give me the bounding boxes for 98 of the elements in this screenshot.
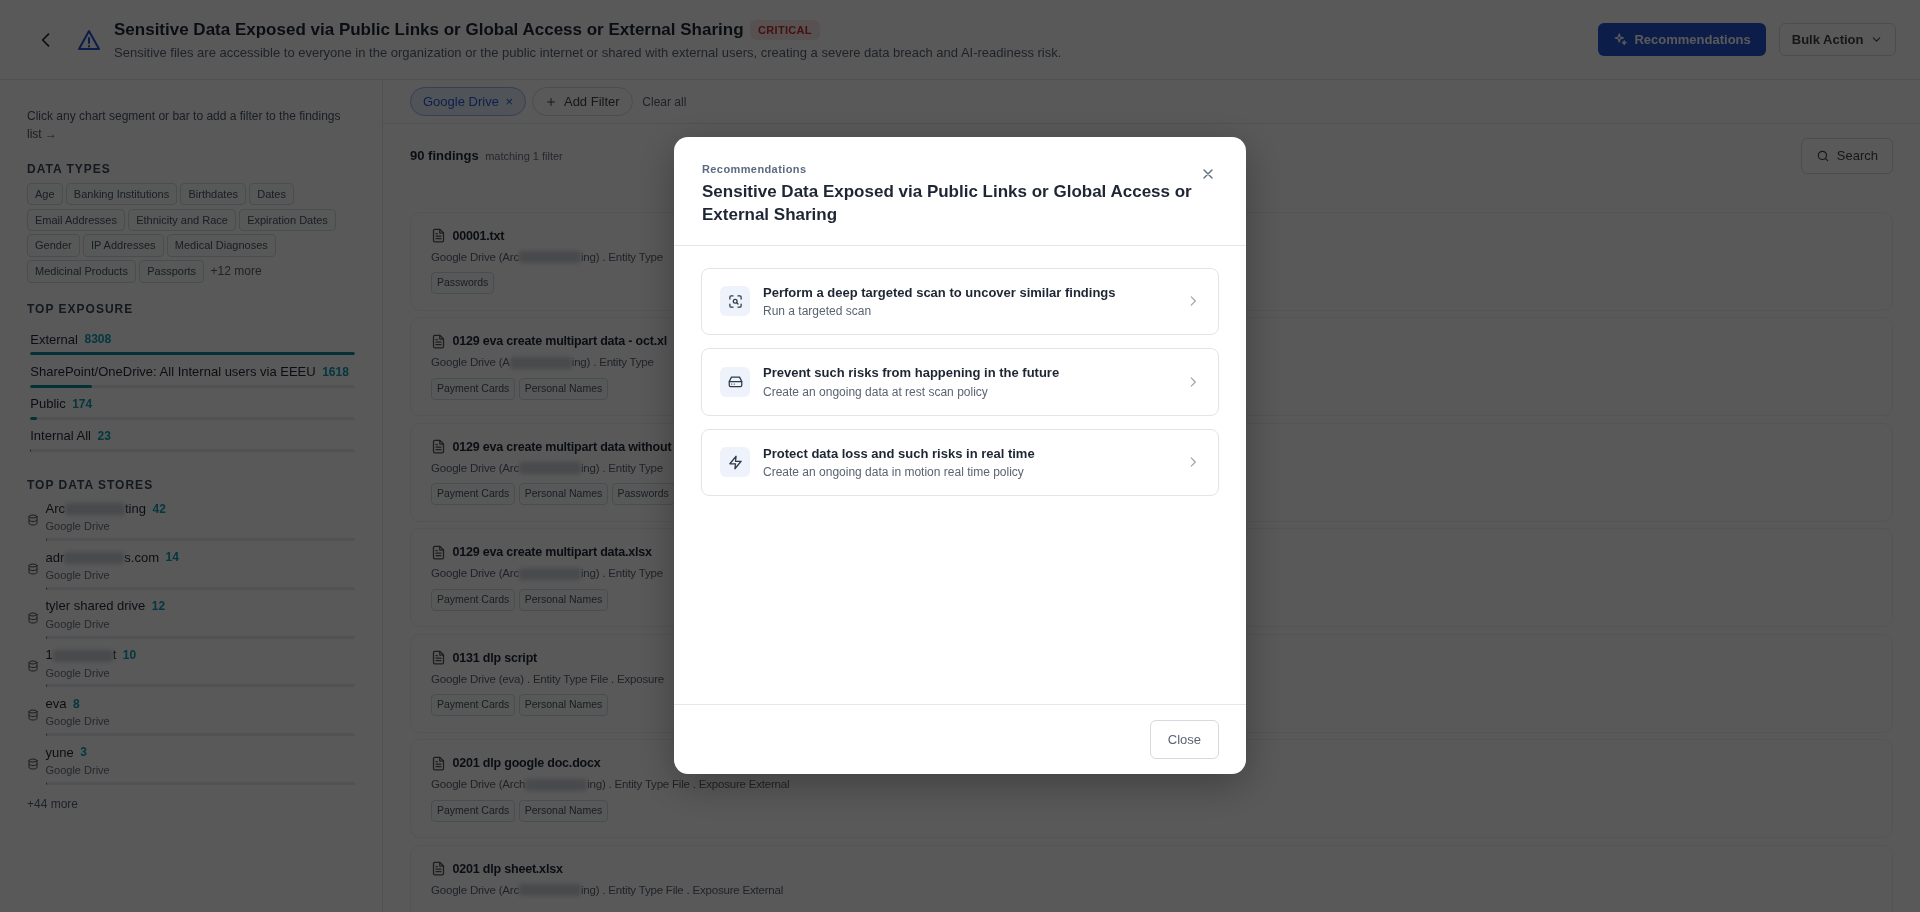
data-type-tag[interactable]: Dates — [249, 182, 294, 206]
finding-name: 0131 dlp script — [452, 649, 538, 667]
add-filter-button[interactable]: Add Filter — [532, 86, 633, 117]
exposure-label[interactable]: SharePoint/OneDrive: All Internal users via EEEU — [30, 361, 316, 382]
file-icon — [431, 650, 446, 666]
plus-icon — [545, 95, 558, 108]
finding-name: 0129 eva create multipart data.xlsx — [452, 544, 652, 561]
filter-hint: Click any chart segment or bar to add a filter to the findings list → — [27, 107, 342, 143]
data-store-count: 42 — [152, 500, 166, 518]
exposure-label[interactable]: External — [30, 329, 78, 350]
data-type-tag[interactable]: Passports — [139, 260, 205, 283]
exposure-count: 8308 — [84, 331, 112, 349]
data-type-tag: Personal Names — [518, 694, 609, 716]
section-title: TOP DATA STORES — [27, 478, 155, 493]
more-link[interactable]: +12 more — [210, 262, 262, 281]
dialog-eyebrow: Recommendations — [702, 162, 808, 177]
finding-name: 0201 dlp sheet.xlsx — [452, 860, 563, 878]
database-icon — [27, 660, 39, 673]
exposure-count: 23 — [97, 428, 111, 446]
warning-icon — [77, 27, 101, 52]
file-icon — [431, 439, 446, 455]
more-link[interactable]: +44 more — [27, 794, 355, 813]
data-type-tag[interactable]: Email Addresses — [27, 208, 125, 232]
finding-name: 0201 dlp google doc.docx — [452, 755, 601, 772]
close-button[interactable]: Close — [1149, 719, 1219, 759]
data-type-tag: Passwords — [611, 483, 675, 505]
data-store-count: 10 — [122, 646, 137, 664]
file-icon — [431, 755, 446, 771]
bulk-action-button[interactable]: Bulk Action — [1778, 22, 1896, 57]
page-title: Sensitive Data Exposed via Public Links or Global Access or External Sharing — [114, 19, 744, 41]
data-type-tag: Personal Names — [518, 588, 609, 611]
data-store-name[interactable]: eva — [45, 693, 67, 714]
option-title: Prevent such risks from happening in the future — [763, 364, 1061, 383]
data-store-name[interactable]: Arc ting — [45, 498, 146, 519]
recommendation-option[interactable]: Perform a deep targeted scan to uncover similar findings Run a targeted scan — [701, 267, 1219, 336]
data-type-tag[interactable]: Medical Diagnoses — [166, 234, 276, 257]
data-type-tag[interactable]: Medicinal Products — [27, 260, 136, 283]
filter-chip[interactable]: Google Drive × — [410, 86, 526, 117]
database-icon — [27, 757, 39, 770]
data-type-tag: Payment Cards — [431, 377, 516, 400]
recommendation-option[interactable]: Protect data loss and such risks in real time Create an ongoing data in motion real time policy — [701, 428, 1219, 497]
data-type-tag: Personal Names — [518, 377, 609, 400]
database-icon — [27, 709, 39, 722]
dialog-title: Sensitive Data Exposed via Public Links or Global Access or External Sharing — [702, 180, 1193, 226]
data-type-tag: Payment Cards — [431, 694, 516, 716]
file-icon — [431, 861, 446, 877]
data-store-count: 12 — [151, 598, 166, 616]
data-type-tag: Payment Cards — [431, 483, 516, 505]
database-icon — [27, 514, 39, 527]
recommendations-button[interactable]: Recommendations — [1597, 22, 1766, 57]
database-icon — [27, 611, 39, 624]
option-title: Protect data loss and such risks in real time — [763, 444, 1036, 463]
exposure-label[interactable]: Internal All — [30, 426, 91, 446]
data-store-name[interactable]: adr s.com — [45, 547, 159, 568]
data-type-tag[interactable]: Age — [27, 182, 63, 206]
search-button[interactable]: Search — [1801, 138, 1893, 174]
finding-name: 0129 eva create multipart data without — [452, 438, 672, 456]
data-store-name[interactable]: tyler shared drive — [45, 596, 146, 616]
data-type-tag[interactable]: Expiration Dates — [239, 208, 336, 232]
sparkle-icon — [1612, 32, 1628, 47]
file-icon — [431, 544, 446, 560]
file-icon — [431, 228, 446, 244]
data-type-tag[interactable]: Ethnicity and Race — [128, 208, 236, 232]
finding-meta: Google Drive (eva) . Entity Type File . Exposure — [431, 671, 666, 687]
section-title: TOP EXPOSURE — [27, 302, 135, 317]
data-type-tag[interactable]: Birthdates — [180, 182, 246, 206]
data-type-tag[interactable]: Gender — [27, 234, 80, 257]
lightning-icon — [727, 454, 743, 470]
findings-count: 90 findings — [410, 147, 479, 165]
exposure-count: 174 — [72, 395, 93, 413]
remove-filter-button[interactable]: × — [505, 91, 513, 112]
database-icon — [27, 562, 39, 575]
search-icon — [1816, 148, 1831, 163]
option-description: Create an ongoing data at rest scan policy — [763, 383, 989, 401]
finding-name: 0129 eva create multipart data - oct.xl — [452, 333, 668, 350]
data-type-tag[interactable]: Banking Institutions — [65, 182, 178, 206]
data-store-count: 3 — [80, 744, 87, 762]
section-title: DATA TYPES — [27, 162, 112, 177]
drive-icon — [727, 374, 743, 390]
data-type-tag: Payment Cards — [431, 799, 516, 822]
finding-name: 00001.txt — [452, 227, 505, 245]
data-store-count: 8 — [72, 695, 80, 713]
option-description: Create an ongoing data in motion real time policy — [763, 464, 1025, 482]
recommendation-option[interactable]: Prevent such risks from happening in the future Create an ongoing data at rest scan policy — [701, 348, 1219, 416]
data-type-tag: Passwords — [431, 272, 495, 294]
data-type-tag: Personal Names — [518, 483, 609, 505]
severity-badge: CRITICAL — [750, 19, 820, 40]
exposure-count: 1618 — [322, 363, 349, 381]
data-store-name[interactable]: yune — [45, 742, 74, 763]
data-store-count: 14 — [165, 549, 179, 567]
exposure-label[interactable]: Public — [30, 394, 66, 414]
file-icon — [431, 333, 446, 349]
clear-all-link[interactable]: Clear all — [642, 92, 687, 111]
option-title: Perform a deep targeted scan to uncover similar findings — [763, 283, 1117, 302]
data-type-tag: Personal Names — [518, 799, 609, 822]
data-type-tag[interactable]: IP Addresses — [82, 234, 164, 257]
data-type-tag: Payment Cards — [431, 588, 516, 611]
scan-icon — [727, 293, 743, 309]
